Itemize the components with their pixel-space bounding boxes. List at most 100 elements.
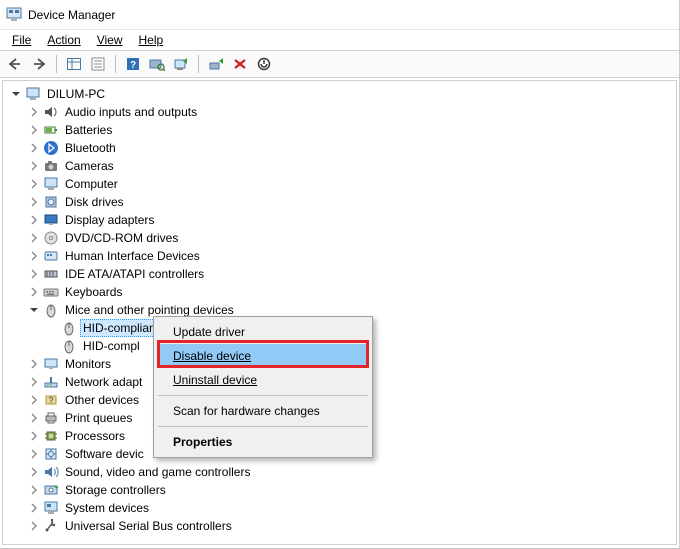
back-button[interactable] <box>4 53 26 75</box>
tree-category-label[interactable]: Keyboards <box>63 284 124 300</box>
tree-category[interactable]: Audio inputs and outputs <box>5 103 676 121</box>
tree-category-label[interactable]: Other devices <box>63 392 141 408</box>
tree-category[interactable]: Batteries <box>5 121 676 139</box>
tree-device-label[interactable]: HID-compl <box>81 338 142 354</box>
expander-icon[interactable] <box>27 231 41 245</box>
tree-category[interactable]: IDE ATA/ATAPI controllers <box>5 265 676 283</box>
tree-category-label[interactable]: Cameras <box>63 158 116 174</box>
tree-category[interactable]: DVD/CD-ROM drives <box>5 229 676 247</box>
printer-icon <box>43 410 59 426</box>
other-icon: ? <box>43 392 59 408</box>
tree-category-label[interactable]: Print queues <box>63 410 134 426</box>
tree-category-label[interactable]: Display adapters <box>63 212 156 228</box>
expander-placeholder <box>45 321 59 335</box>
tree-category[interactable]: System devices <box>5 499 676 517</box>
ctx-update-driver[interactable]: Update driver <box>157 320 369 344</box>
uninstall-device-button[interactable] <box>253 53 275 75</box>
expander-icon[interactable] <box>27 501 41 515</box>
menu-view[interactable]: View <box>89 31 131 49</box>
expander-icon[interactable] <box>27 249 41 263</box>
tree-category-label[interactable]: IDE ATA/ATAPI controllers <box>63 266 206 282</box>
tree-category[interactable]: Cameras <box>5 157 676 175</box>
tree-category-label[interactable]: System devices <box>63 500 151 516</box>
ctx-disable-device[interactable]: Disable device <box>157 344 369 368</box>
tree-category-label[interactable]: Bluetooth <box>63 140 118 156</box>
tree-category-label[interactable]: Human Interface Devices <box>63 248 202 264</box>
tree-category-label[interactable]: Batteries <box>63 122 114 138</box>
tree-category-label[interactable]: DVD/CD-ROM drives <box>63 230 180 246</box>
disk-icon <box>43 194 59 210</box>
expander-icon[interactable] <box>27 267 41 281</box>
expander-icon[interactable] <box>27 411 41 425</box>
expander-icon[interactable] <box>27 285 41 299</box>
forward-button[interactable] <box>28 53 50 75</box>
tree-category[interactable]: Universal Serial Bus controllers <box>5 517 676 535</box>
tree-category-label[interactable]: Monitors <box>63 356 113 372</box>
menu-action[interactable]: Action <box>39 31 88 49</box>
tree-category[interactable]: Keyboards <box>5 283 676 301</box>
camera-icon <box>43 158 59 174</box>
tree-category[interactable]: Storage controllers <box>5 481 676 499</box>
ctx-separator <box>158 395 368 396</box>
svg-text:?: ? <box>49 396 54 405</box>
expander-icon[interactable] <box>27 447 41 461</box>
expander-icon[interactable] <box>27 393 41 407</box>
expander-icon[interactable] <box>27 375 41 389</box>
toolbar-separator <box>198 55 199 73</box>
expander-icon[interactable] <box>27 195 41 209</box>
tree-category[interactable]: Computer <box>5 175 676 193</box>
mouse-icon <box>61 338 77 354</box>
properties-button[interactable] <box>87 53 109 75</box>
expander-icon[interactable] <box>27 159 41 173</box>
storage-icon <box>43 482 59 498</box>
expander-icon[interactable] <box>9 87 23 101</box>
toolbar-separator <box>115 55 116 73</box>
tree-category-label[interactable]: Audio inputs and outputs <box>63 104 199 120</box>
expander-icon[interactable] <box>27 213 41 227</box>
expander-icon[interactable] <box>27 357 41 371</box>
expander-icon[interactable] <box>27 141 41 155</box>
tree-category[interactable]: Human Interface Devices <box>5 247 676 265</box>
tree-category[interactable]: Sound, video and game controllers <box>5 463 676 481</box>
tree-root[interactable]: DILUM-PC <box>5 85 676 103</box>
tree-category-label[interactable]: Disk drives <box>63 194 126 210</box>
expander-icon[interactable] <box>27 519 41 533</box>
ctx-uninstall-device[interactable]: Uninstall device <box>157 368 369 392</box>
battery-icon <box>43 122 59 138</box>
ctx-properties[interactable]: Properties <box>157 430 369 454</box>
enable-device-button[interactable] <box>205 53 227 75</box>
tree-category[interactable]: Bluetooth <box>5 139 676 157</box>
update-driver-button[interactable] <box>170 53 192 75</box>
expander-icon[interactable] <box>27 465 41 479</box>
expander-icon[interactable] <box>27 177 41 191</box>
expander-icon[interactable] <box>27 303 41 317</box>
software-icon <box>43 446 59 462</box>
ctx-scan-hardware[interactable]: Scan for hardware changes <box>157 399 369 423</box>
tree-category[interactable]: Disk drives <box>5 193 676 211</box>
expander-icon[interactable] <box>27 105 41 119</box>
help-button[interactable]: ? <box>122 53 144 75</box>
toolbar: ? <box>0 50 679 78</box>
tree-category-label[interactable]: Network adapt <box>63 374 144 390</box>
menu-file[interactable]: File <box>4 31 39 49</box>
tree-category-label[interactable]: Software devic <box>63 446 146 462</box>
keyboard-icon <box>43 284 59 300</box>
expander-icon[interactable] <box>27 429 41 443</box>
tree-category[interactable]: Display adapters <box>5 211 676 229</box>
device-tree[interactable]: DILUM-PC Audio inputs and outputs Batteri… <box>2 80 677 545</box>
tree-category-label[interactable]: Sound, video and game controllers <box>63 464 252 480</box>
expander-icon[interactable] <box>27 123 41 137</box>
window-title: Device Manager <box>28 8 115 22</box>
tree-category-label[interactable]: Processors <box>63 428 127 444</box>
system-icon <box>43 500 59 516</box>
scan-hardware-button[interactable] <box>146 53 168 75</box>
menu-help[interactable]: Help <box>131 31 172 49</box>
expander-icon[interactable] <box>27 483 41 497</box>
tree-root-label[interactable]: DILUM-PC <box>45 86 107 102</box>
processor-icon <box>43 428 59 444</box>
tree-category-label[interactable]: Universal Serial Bus controllers <box>63 518 234 534</box>
tree-category-label[interactable]: Storage controllers <box>63 482 168 498</box>
disable-device-button[interactable] <box>229 53 251 75</box>
table-view-button[interactable] <box>63 53 85 75</box>
tree-category-label[interactable]: Computer <box>63 176 120 192</box>
